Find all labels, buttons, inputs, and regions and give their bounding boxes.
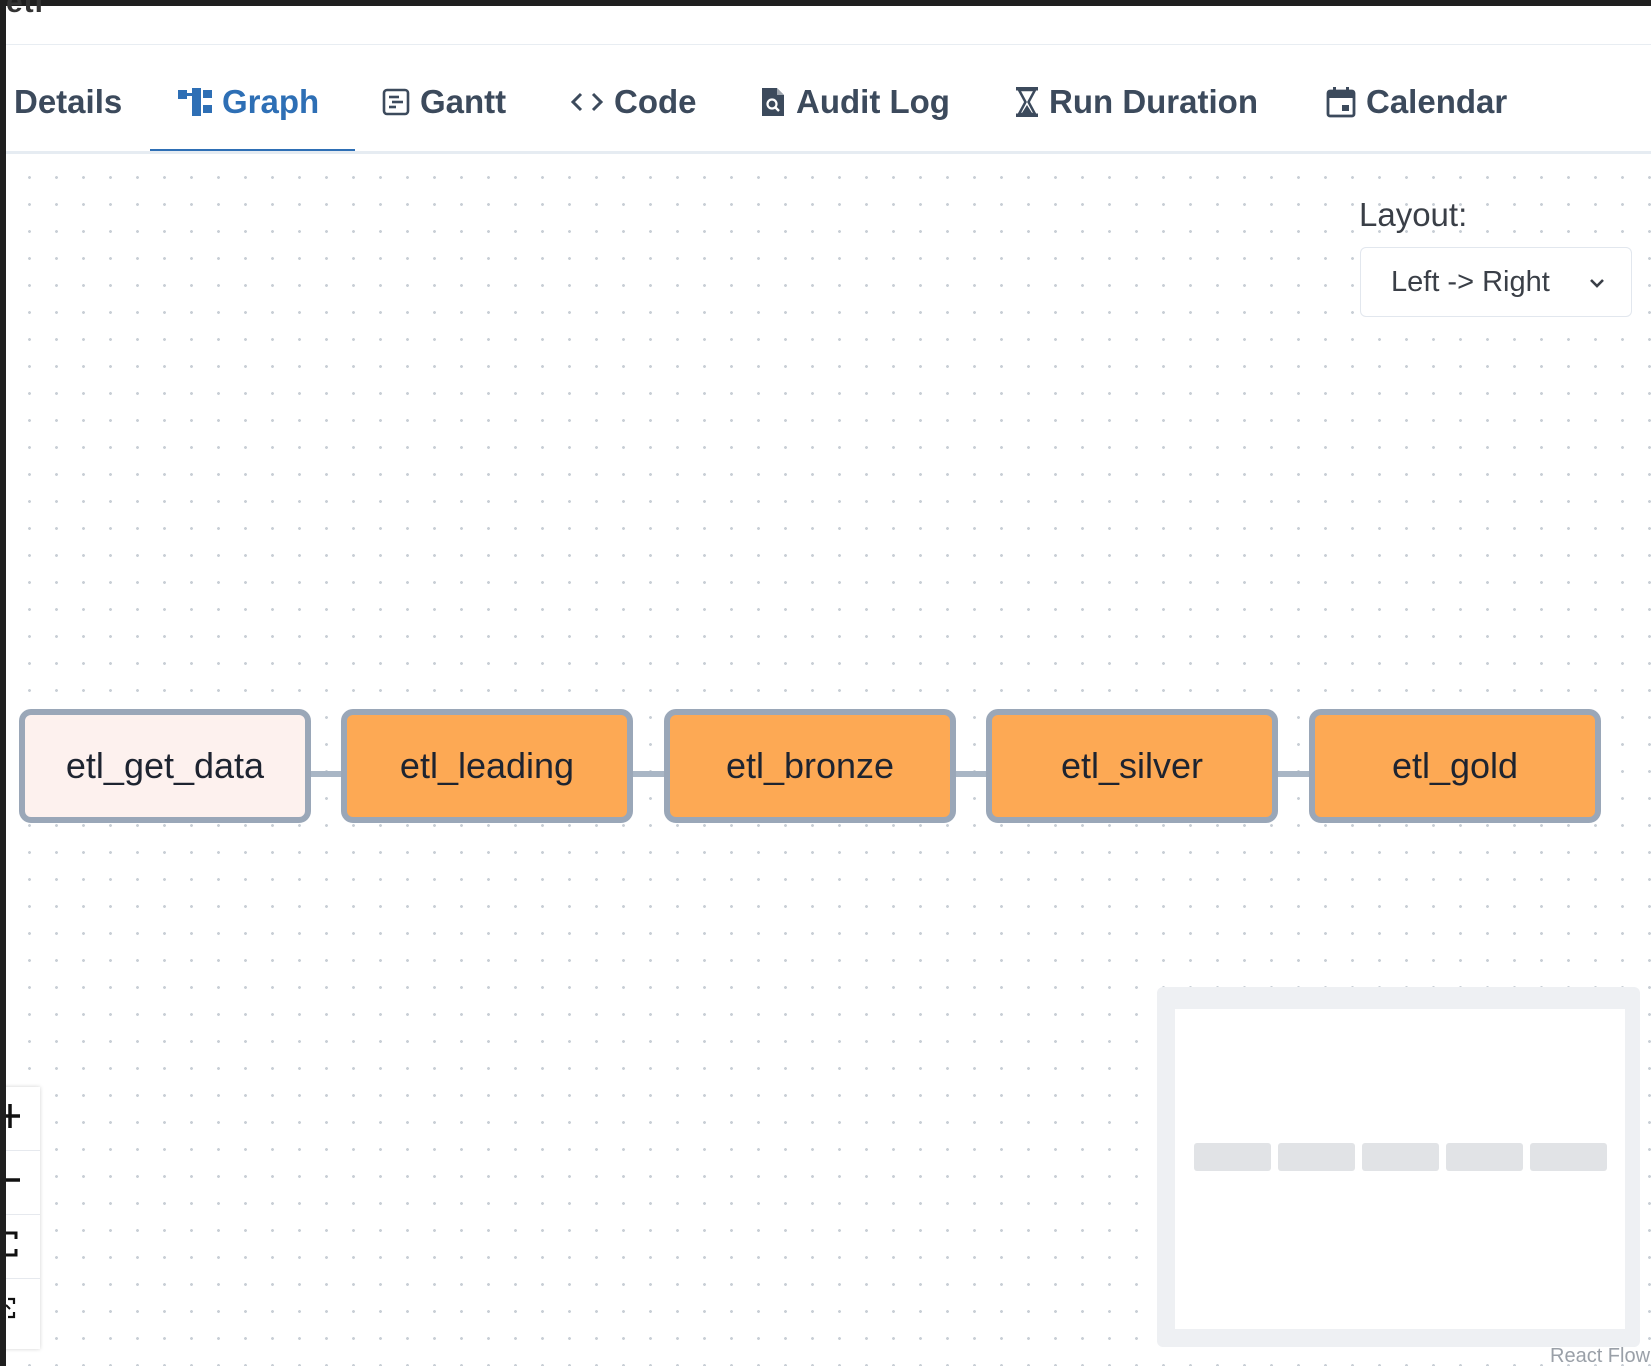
tab-label: Audit Log [796,83,950,120]
tab-run-duration[interactable]: Run Duration [1015,82,1258,122]
task-node-label: etl_bronze [725,745,895,786]
task-node-etl-get-data[interactable]: etl_get_data [19,709,311,823]
task-node-label: etl_leading [399,745,575,786]
graph-edge [1277,771,1313,777]
tab-calendar[interactable]: Calendar [1326,82,1507,122]
graph-icon [178,88,212,116]
zoom-out-button[interactable] [0,1151,40,1215]
title-divider [6,44,1651,45]
interactive-toggle-button[interactable] [0,1279,40,1342]
layout-select-value: Left -> Right [1391,265,1550,298]
chevron-down-icon [1585,270,1609,303]
tab-code[interactable]: Code [570,82,697,122]
tab-label: Details [14,83,123,120]
tab-graph[interactable]: Graph [178,82,319,122]
tab-gantt[interactable]: Gantt [382,82,506,122]
minimap-node [1278,1143,1355,1171]
task-node-label: etl_silver [1060,745,1204,786]
layout-label: Layout: [1359,196,1468,233]
zoom-in-button[interactable] [0,1087,40,1151]
minimap-node [1362,1143,1439,1171]
calendar-icon [1326,86,1356,118]
graph-edge [632,771,668,777]
task-node-etl-leading[interactable]: etl_leading [341,709,633,823]
tab-label: Run Duration [1049,83,1258,120]
tab-bar: Details Graph Gantt Code Audit Log Run D… [6,62,1651,154]
minimap-node [1446,1143,1523,1171]
task-node-etl-gold[interactable]: etl_gold [1309,709,1601,823]
minimap[interactable] [1157,987,1640,1347]
fit-view-button[interactable] [0,1215,40,1279]
task-node-etl-bronze[interactable]: etl_bronze [664,709,956,823]
tab-label: Graph [222,83,320,120]
gantt-icon [382,88,410,116]
code-icon [570,90,604,114]
minimap-node [1530,1143,1607,1171]
graph-controls [0,1087,40,1349]
window-top-edge [0,0,1651,6]
layout-select[interactable]: Left -> Right [1360,247,1632,317]
task-node-etl-silver[interactable]: etl_silver [986,709,1278,823]
tab-label: Calendar [1366,83,1508,120]
audit-log-icon [760,86,786,118]
tab-label: Gantt [420,83,507,120]
tab-label: Code [614,83,697,120]
task-node-label: etl_get_data [65,745,265,786]
app-frame: etl Details Graph Gantt Code Audit Log R… [0,0,1651,1366]
minimap-viewport [1175,1009,1625,1329]
tab-details[interactable]: Details [14,82,122,122]
window-left-edge [0,0,6,1366]
minimap-node [1194,1143,1271,1171]
react-flow-attribution[interactable]: React Flow [1550,1345,1650,1366]
dag-title: etl [6,0,45,19]
task-node-label: etl_gold [1391,745,1519,786]
tab-audit-log[interactable]: Audit Log [760,82,950,122]
hourglass-icon [1015,86,1039,118]
